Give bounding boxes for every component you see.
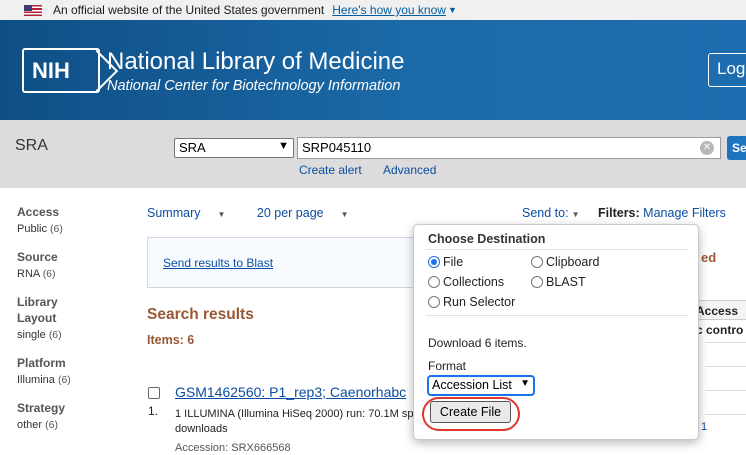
right-column-link[interactable]: 1 (701, 421, 707, 433)
radio-icon[interactable] (531, 256, 543, 268)
facet-count: (6) (50, 223, 63, 235)
facet-count: (6) (57, 374, 71, 386)
send-to-label: Send to: (522, 206, 569, 220)
choose-destination-popup: Choose Destination File Clipboard Collec… (413, 224, 699, 440)
popup-title: Choose Destination (428, 232, 546, 246)
facet-sidebar: Access Public (6) Source RNA (6) Library… (17, 204, 127, 445)
facet-item-illumina[interactable]: Illumina (6) (17, 374, 127, 386)
database-label: SRA (15, 137, 48, 154)
chevron-down-icon[interactable]: ▼ (448, 5, 457, 15)
facet-count: (6) (45, 419, 58, 431)
table-divider (705, 342, 746, 343)
gov-banner-text: An official website of the United States… (53, 3, 325, 17)
chevron-down-icon: ▼ (520, 378, 530, 389)
right-column-table-subheader: c contro (696, 323, 744, 337)
caret-down-icon: ▼ (571, 210, 580, 219)
facet-title-access: Access (17, 205, 60, 219)
advanced-search-link[interactable]: Advanced (383, 163, 436, 177)
right-column-table-header: Access (695, 300, 746, 320)
destination-file-option[interactable]: File (428, 255, 463, 269)
search-bar: SRA SRA ▼ SRP045110 ✕ Se Create alert Ad… (0, 120, 746, 188)
filters-label: Filters: (598, 206, 640, 220)
result-checkbox[interactable] (148, 387, 160, 399)
facet-title-library-layout: Library Layout (17, 295, 58, 325)
table-divider (705, 390, 746, 391)
send-to-dropdown[interactable]: Send to: ▼ (522, 206, 580, 220)
manage-filters-link[interactable]: Manage Filters (643, 206, 726, 220)
facet-title-platform: Platform (17, 356, 66, 370)
site-subtitle: National Center for Biotechnology Inform… (107, 78, 401, 94)
facet-label: other (17, 419, 43, 431)
radio-selected-icon[interactable] (428, 256, 440, 268)
option-label: BLAST (546, 275, 586, 289)
search-button[interactable]: Se (727, 136, 746, 160)
format-select-value: Accession List (432, 378, 512, 392)
create-alert-link[interactable]: Create alert (299, 163, 362, 177)
facet-item-single[interactable]: single (6) (17, 329, 127, 341)
nih-logo-text: NIH (32, 57, 70, 83)
search-input[interactable]: SRP045110 (297, 137, 721, 159)
chevron-down-icon: ▼ (278, 140, 289, 152)
database-select-value: SRA (179, 140, 206, 155)
send-to-blast-link[interactable]: Send results to Blast (163, 256, 273, 270)
database-select[interactable]: SRA ▼ (174, 138, 294, 158)
facet-item-rna[interactable]: RNA (6) (17, 268, 127, 280)
us-flag-icon (24, 4, 42, 16)
search-results-heading: Search results (147, 306, 254, 323)
result-description: 1 ILLUMINA (Illumina HiSeq 2000) run: 70… (175, 408, 420, 420)
caret-down-icon: ▼ (340, 210, 349, 219)
display-settings: Summary ▼ 20 per page ▼ (147, 206, 377, 220)
caret-down-icon: ▼ (217, 210, 226, 219)
table-divider (705, 414, 746, 415)
facet-title-source: Source (17, 250, 58, 264)
facet-count: (6) (48, 329, 62, 341)
result-accession: Accession: SRX666568 (175, 442, 291, 454)
right-column: ed Access c contro 1 (695, 236, 746, 455)
destination-blast-option[interactable]: BLAST (531, 275, 586, 289)
facet-label: RNA (17, 268, 40, 280)
blast-box: Send results to Blast (147, 237, 437, 288)
download-count-text: Download 6 items. (428, 336, 527, 350)
radio-icon[interactable] (531, 276, 543, 288)
destination-clipboard-option[interactable]: Clipboard (531, 255, 600, 269)
table-divider (705, 366, 746, 367)
format-select[interactable]: Accession List ▼ (428, 376, 534, 395)
result-title-link[interactable]: GSM1462560: P1_rep3; Caenorhabc (175, 384, 406, 400)
result-number: 1. (148, 404, 159, 418)
per-page-label: 20 per page (256, 206, 324, 220)
format-label: Format (428, 359, 467, 373)
masthead: NIH National Library of Medicine Nationa… (0, 20, 746, 120)
filters-area: Filters: Manage Filters (598, 206, 726, 220)
login-button[interactable]: Log (708, 53, 746, 87)
option-label: Clipboard (546, 255, 600, 269)
option-label: File (443, 255, 464, 269)
result-description-cont: downloads (175, 423, 228, 435)
heres-how-you-know-link[interactable]: Here's how you know (332, 3, 446, 17)
facet-label: single (17, 329, 46, 341)
destination-run-selector-option[interactable]: Run Selector (428, 295, 515, 309)
radio-icon[interactable] (428, 296, 440, 308)
facet-title-strategy: Strategy (17, 401, 66, 415)
facet-label: Illumina (17, 374, 55, 386)
facet-item-other[interactable]: other (6) (17, 419, 127, 431)
facet-count: (6) (42, 268, 56, 280)
site-title[interactable]: National Library of Medicine (107, 48, 404, 76)
option-label: Collections (443, 275, 505, 289)
facet-item-public[interactable]: Public (6) (17, 223, 127, 235)
nih-logo[interactable]: NIH (22, 48, 100, 93)
summary-label: Summary (147, 206, 201, 220)
option-label: Run Selector (443, 295, 516, 309)
clear-icon[interactable]: ✕ (700, 141, 714, 155)
facet-label: Public (17, 223, 47, 235)
destination-collections-option[interactable]: Collections (428, 275, 504, 289)
summary-dropdown[interactable]: Summary ▼ (147, 206, 239, 220)
radio-icon[interactable] (428, 276, 440, 288)
items-count: Items: 6 (147, 333, 195, 347)
create-file-button[interactable]: Create File (430, 401, 511, 423)
right-column-heading: ed (701, 250, 717, 265)
gov-banner: An official website of the United States… (0, 0, 746, 20)
per-page-dropdown[interactable]: 20 per page ▼ (257, 206, 363, 220)
divider (426, 249, 688, 250)
divider (426, 315, 688, 316)
